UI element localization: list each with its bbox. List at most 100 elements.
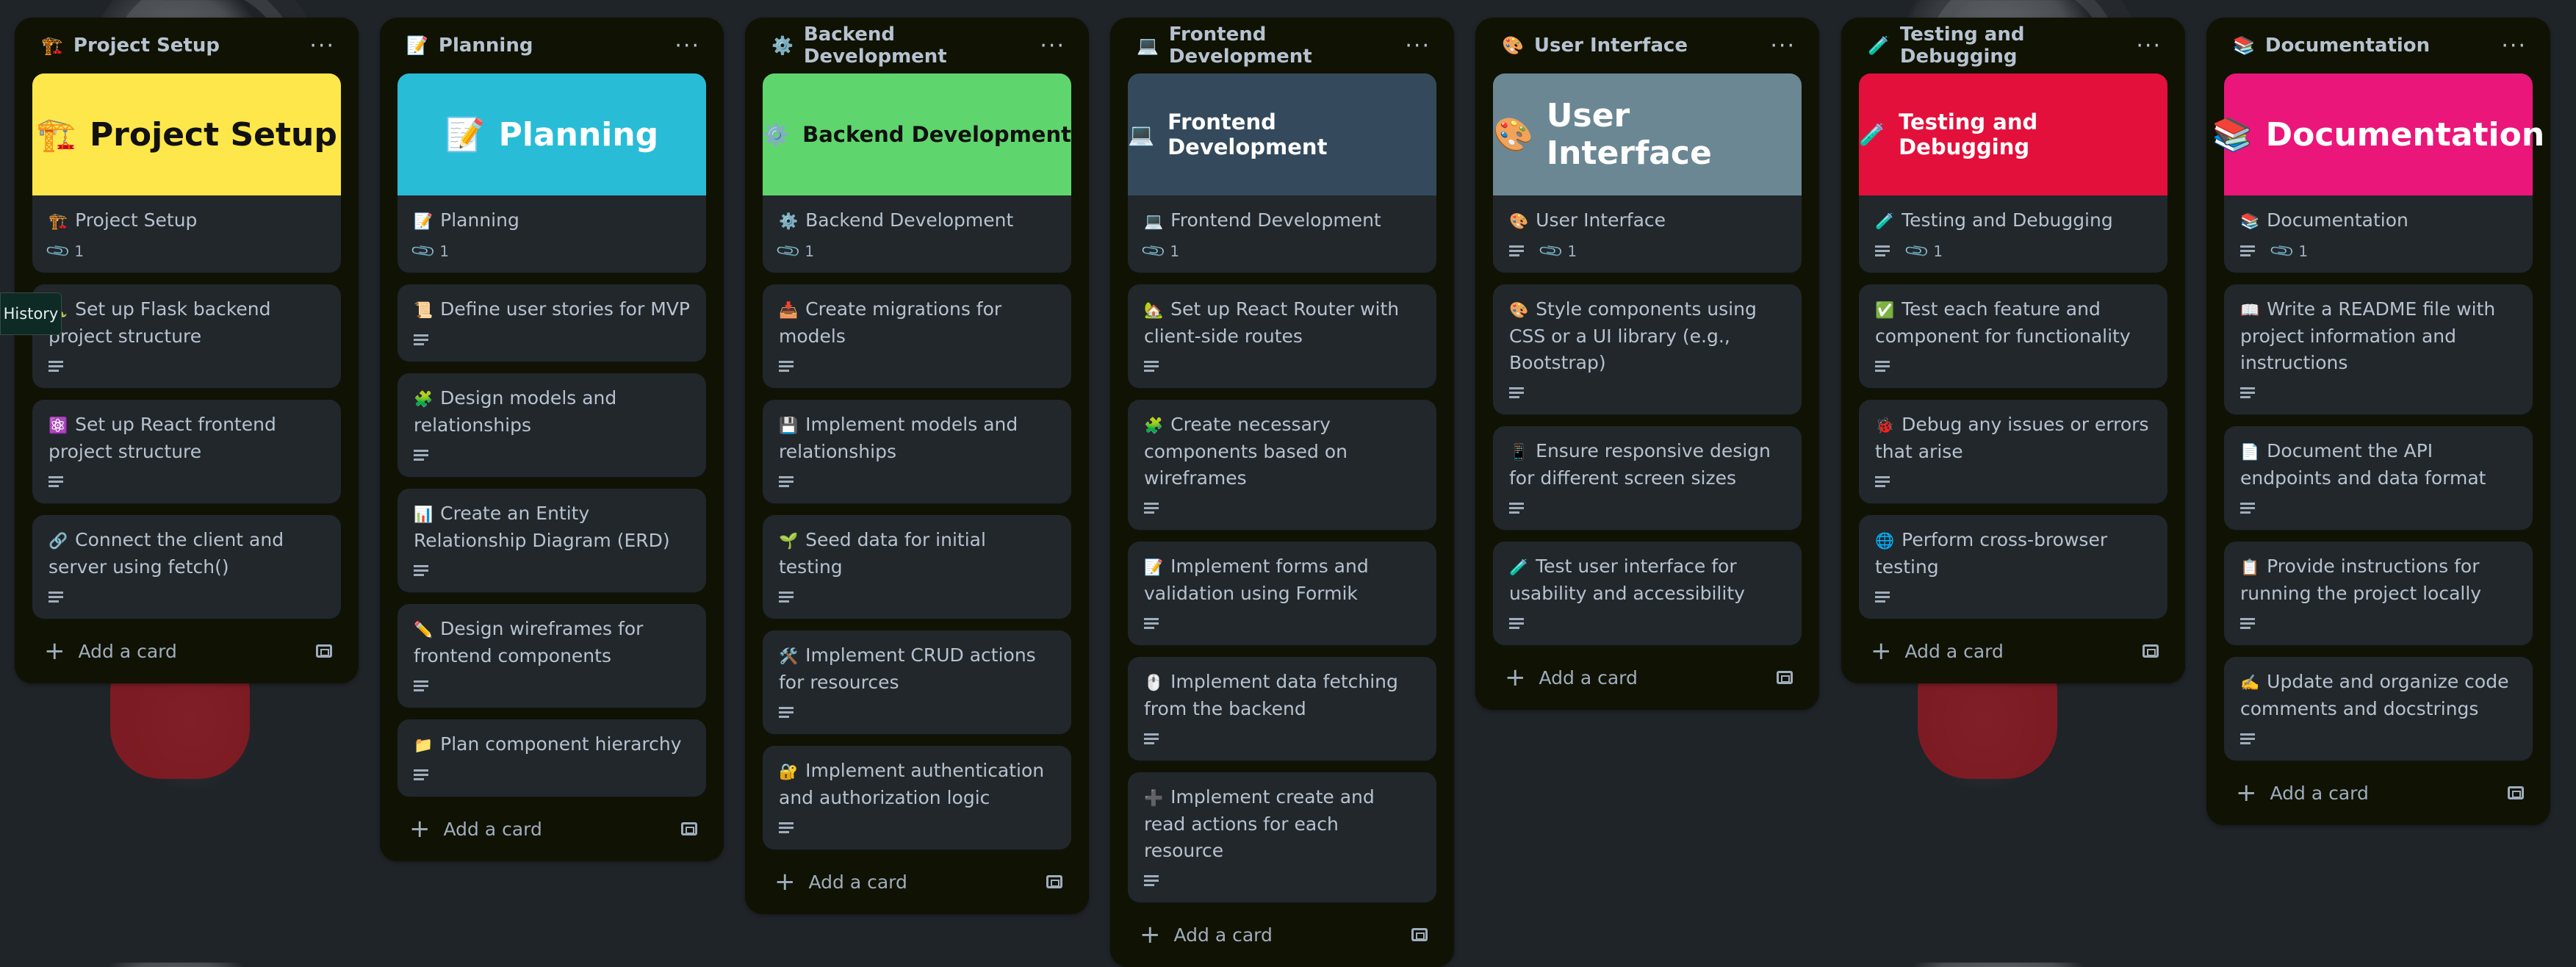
card[interactable]: 🧩 Design models and relationships [397,373,706,477]
paperclip-icon: 📎 [1904,237,1932,265]
add-card-button[interactable]: + Add a card [1140,922,1273,947]
cover-card[interactable]: 📝 Planning 📎 1 [397,195,706,273]
card[interactable]: 🐞 Debug any issues or errors that arise [1859,400,2167,503]
paperclip-icon: 📎 [2269,237,2297,265]
card[interactable]: 💾 Implement models and relationships [763,400,1071,503]
create-from-template-icon[interactable] [1777,671,1793,684]
card[interactable]: 📁 Plan component hierarchy [397,719,706,797]
card-title: 📱 Ensure responsive design for different … [1509,438,1785,492]
create-from-template-icon[interactable] [2143,644,2159,658]
cover-card[interactable]: 🧪 Testing and Debugging 📎 1 [1859,195,2167,273]
card[interactable]: 🧪 Test user interface for usability and a… [1493,542,1802,645]
card[interactable]: 📱 Ensure responsive design for different … [1493,426,1802,530]
add-card-button[interactable]: + Add a card [774,869,907,894]
card[interactable]: 🛠️ Implement CRUD actions for resources [763,630,1071,734]
list-actions-button[interactable]: ··· [674,33,700,59]
card[interactable]: 📥 Create migrations for models [763,284,1071,388]
add-card-row: + Add a card [1128,914,1436,955]
card-title: ➕ Implement create and read actions for e… [1144,784,1420,864]
list-title[interactable]: 🧪 Testing and Debugging [1868,24,2136,68]
create-from-template-icon[interactable] [1411,928,1428,941]
card[interactable]: ⚛️ Set up React frontend project structur… [32,400,341,503]
card[interactable]: 🐍Set up Flask backend project structure [32,284,341,388]
description-icon [1509,503,1524,514]
paperclip-icon: 📎 [410,237,438,265]
add-card-button[interactable]: + Add a card [2236,780,2369,805]
description-icon [414,565,428,577]
card[interactable]: 📄 Document the API endpoints and data for… [2224,426,2533,530]
card[interactable]: 📜 Define user stories for MVP [397,284,706,362]
list-title[interactable]: 💻 Frontend Development [1137,24,1405,68]
create-from-template-icon[interactable] [681,822,697,835]
card[interactable]: 🧩 Create necessary components based on wi… [1128,400,1436,530]
card-emoji-icon: ✏️ [414,621,433,639]
description-icon [2240,503,2255,514]
add-card-label: Add a card [443,818,542,840]
card[interactable]: ✅ Test each feature and component for fun… [1859,284,2167,388]
card-cover[interactable]: 🏗️ Project Setup [32,73,341,195]
card[interactable]: 🎨 Style components using CSS or a UI libr… [1493,284,1802,414]
add-card-button[interactable]: + Add a card [44,639,177,664]
add-card-button[interactable]: + Add a card [1871,639,2004,664]
card[interactable]: ✍️ Update and organize code comments and … [2224,657,2533,761]
cover-emoji-icon: 💻 [1128,121,1155,147]
list-title[interactable]: 🎨 User Interface [1502,35,1688,57]
card[interactable]: 🏡 Set up React Router with client-side ro… [1128,284,1436,388]
card[interactable]: 🔐 Implement authentication and authorizat… [763,746,1071,849]
card[interactable]: 🌐 Perform cross-browser testing [1859,515,2167,619]
card[interactable]: ➕ Implement create and read actions for e… [1128,772,1436,902]
card-cover[interactable]: 📚 Documentation [2212,73,2544,195]
description-icon [48,361,63,373]
card[interactable]: 🌱 Seed data for initial testing [763,515,1071,619]
card[interactable]: 🔗 Connect the client and server using fet… [32,515,341,619]
create-from-template-icon[interactable] [2508,786,2524,799]
create-from-template-icon[interactable] [316,644,332,658]
card[interactable]: 📋 Provide instructions for running the pr… [2224,542,2533,645]
list-actions-button[interactable]: ··· [2501,33,2527,59]
add-card-label: Add a card [2270,782,2369,804]
card-title-text: Connect the client and server using fetc… [48,529,284,578]
attachment-count: 1 [1567,242,1577,260]
attachment-count: 1 [805,242,815,260]
card-title: ✅ Test each feature and component for fun… [1875,296,2151,350]
card[interactable]: 📝 Implement forms and validation using Fo… [1128,542,1436,645]
add-card-button[interactable]: + Add a card [1505,665,1638,690]
card-title-text: Backend Development [805,209,1014,231]
list-title[interactable]: 📚 Documentation [2233,35,2430,57]
cover-title: Documentation [2265,115,2545,154]
card-emoji-icon: 📊 [414,506,433,523]
card-cover[interactable]: 🎨 User Interface [1493,73,1802,195]
card[interactable]: 🖱️ Implement data fetching from the backe… [1128,657,1436,761]
description-icon [1144,503,1159,514]
cover-card[interactable]: 📚 Documentation 📎 1 [2224,195,2533,273]
list-actions-button[interactable]: ··· [1040,33,1065,59]
list-header: 🏗️ Project Setup ··· [32,18,341,73]
add-card-button[interactable]: + Add a card [409,816,542,841]
cover-card[interactable]: 🎨 User Interface 📎 1 [1493,195,1802,273]
description-icon [1509,618,1524,630]
cover-card[interactable]: ⚙️ Backend Development 📎 1 [763,195,1071,273]
card-cover[interactable]: ⚙️ Backend Development [763,73,1071,195]
card-cover[interactable]: 💻 Frontend Development [1128,73,1436,195]
card-cover[interactable]: 🧪 Testing and Debugging [1859,73,2167,195]
list-actions-button[interactable]: ··· [1405,33,1431,59]
list-header: 🧪 Testing and Debugging ··· [1859,18,2167,73]
list-actions-button[interactable]: ··· [309,33,335,59]
card[interactable]: 📖 Write a README file with project inform… [2224,284,2533,414]
list-title[interactable]: ⚙️ Backend Development [771,24,1040,68]
list-header: ⚙️ Backend Development ··· [763,18,1071,73]
card-emoji-icon: 🖱️ [1144,674,1164,691]
card-title-text: Provide instructions for running the pro… [2240,556,2482,604]
list-actions-button[interactable]: ··· [2136,33,2162,59]
card-emoji-icon: 💻 [1144,212,1164,230]
list-actions-button[interactable]: ··· [1770,33,1796,59]
card-cover[interactable]: 📝 Planning [397,73,706,195]
cover-card[interactable]: 💻 Frontend Development 📎 1 [1128,195,1436,273]
cover-card[interactable]: 🏗️ Project Setup 📎 1 [32,195,341,273]
card[interactable]: ✏️ Design wireframes for frontend compone… [397,604,706,708]
list-title[interactable]: 🏗️ Project Setup [41,35,220,57]
list-title[interactable]: 📝 Planning [406,35,533,57]
create-from-template-icon[interactable] [1046,875,1062,888]
card-title-text: Update and organize code comments and do… [2240,671,2509,719]
card[interactable]: 📊 Create an Entity Relationship Diagram (… [397,489,706,592]
